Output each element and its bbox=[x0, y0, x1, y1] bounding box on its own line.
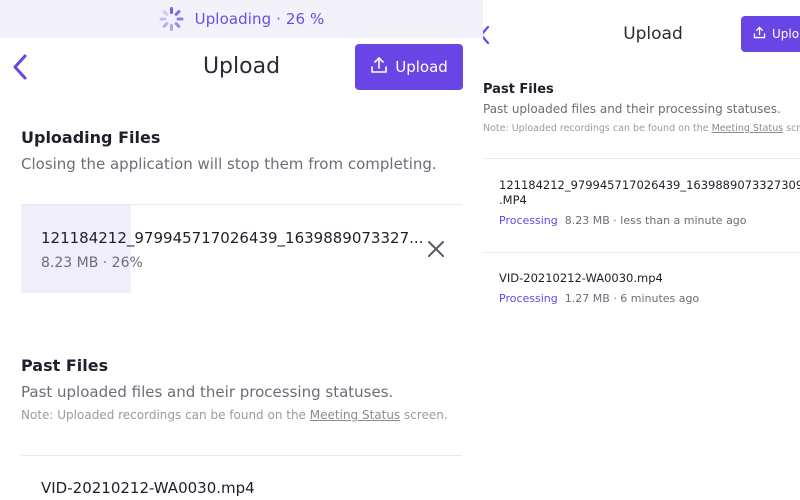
upload-screen-right: Upload Uplo Past Files Past uploaded fil… bbox=[483, 0, 800, 500]
upload-button-label: Upload bbox=[395, 58, 448, 76]
past-file-name: 121184212_979945717026439_16398890733273… bbox=[499, 178, 800, 192]
divider bbox=[21, 455, 462, 456]
upload-status-text: Uploading · 26 % bbox=[194, 10, 325, 28]
past-files-description: Past uploaded files and their processing… bbox=[483, 102, 781, 116]
close-icon[interactable] bbox=[426, 239, 446, 259]
upload-file-meta: 8.23 MB · 26% bbox=[41, 255, 143, 271]
divider bbox=[483, 158, 800, 159]
spinner-icon bbox=[159, 6, 185, 32]
uploading-files-heading: Uploading Files bbox=[21, 128, 161, 147]
past-file-name: VID-20210212-WA0030.mp4 bbox=[499, 271, 663, 285]
past-file-meta: Processing 8.23 MB · less than a minute … bbox=[499, 214, 747, 227]
past-files-heading: Past Files bbox=[483, 82, 554, 97]
upload-file-name: 121184212_979945717026439_1639889073327.… bbox=[41, 229, 424, 247]
divider bbox=[483, 252, 800, 253]
upload-progress-fill bbox=[21, 205, 131, 293]
upload-button[interactable]: Upload bbox=[355, 44, 463, 90]
processing-status: Processing bbox=[499, 214, 558, 227]
past-files-note: Note: Uploaded recordings can be found o… bbox=[21, 408, 448, 422]
past-file-name: VID-20210212-WA0030.mp4 bbox=[41, 479, 255, 497]
past-files-description: Past uploaded files and their processing… bbox=[21, 383, 394, 401]
processing-status: Processing bbox=[499, 292, 558, 305]
upload-button[interactable]: Uplo bbox=[741, 16, 800, 52]
upload-icon bbox=[753, 26, 766, 42]
past-file-name-extension: .MP4 bbox=[499, 193, 527, 207]
past-files-note: Note: Uploaded recordings can be found o… bbox=[483, 123, 800, 134]
upload-button-label: Uplo bbox=[772, 27, 800, 41]
upload-item: 121184212_979945717026439_1639889073327.… bbox=[21, 205, 462, 293]
meeting-status-link[interactable]: Meeting Status bbox=[310, 408, 400, 422]
header: Upload Upload bbox=[0, 44, 483, 92]
past-files-heading: Past Files bbox=[21, 356, 109, 375]
past-file-meta: Processing 1.27 MB · 6 minutes ago bbox=[499, 292, 700, 305]
upload-screen-left: Uploading · 26 % Upload Upload Uploading… bbox=[0, 0, 483, 500]
upload-status-bar: Uploading · 26 % bbox=[0, 0, 483, 38]
upload-icon bbox=[370, 56, 388, 78]
meeting-status-link[interactable]: Meeting Status bbox=[712, 123, 784, 134]
uploading-files-description: Closing the application will stop them f… bbox=[21, 155, 437, 173]
